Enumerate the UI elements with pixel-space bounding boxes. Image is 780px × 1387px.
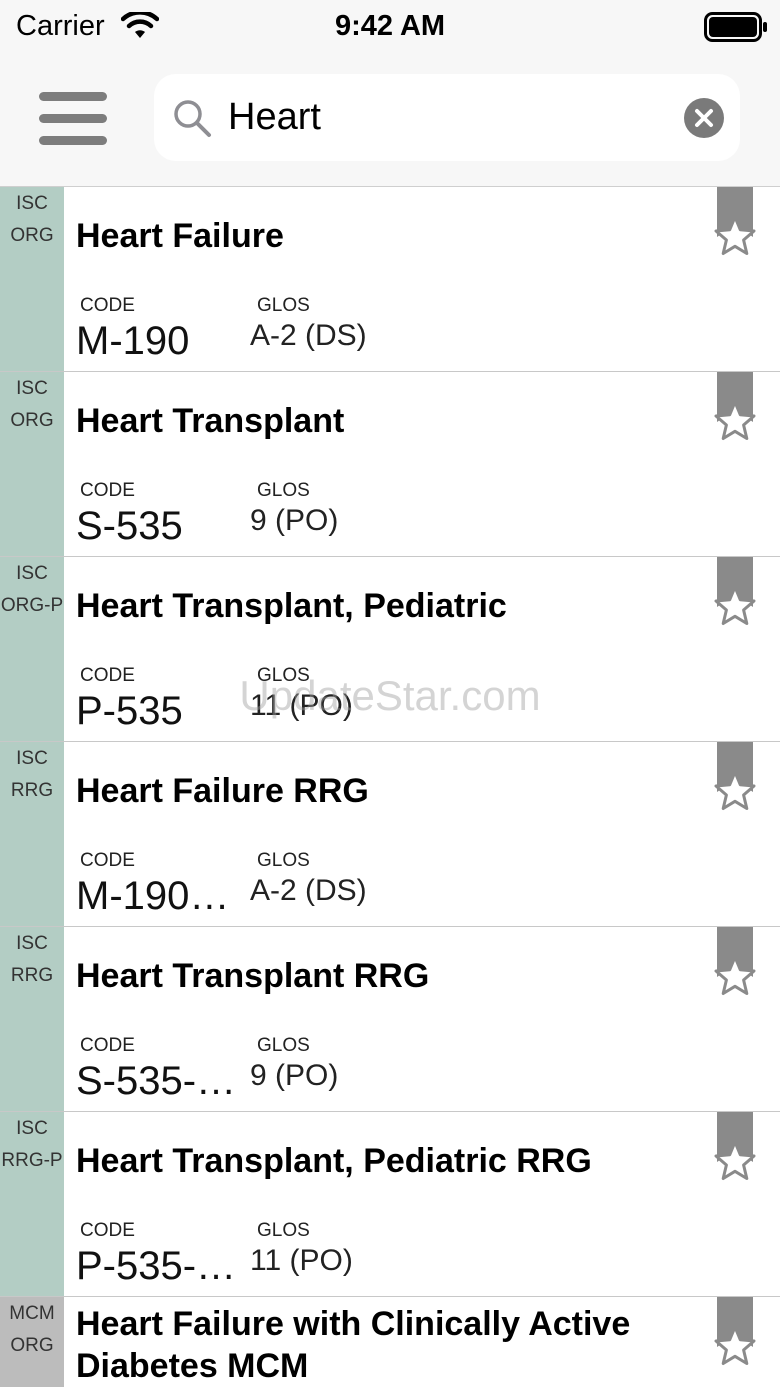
glos-value: A-2 (DS) [250,319,367,352]
code-label: CODE [80,1035,135,1056]
tag-top: ISC [16,748,48,769]
search-icon [174,100,211,137]
list-item[interactable]: ISC RRG Heart Failure RRG CODE M-190… GL… [0,742,780,927]
glos-value: 11 (PO) [250,1244,353,1277]
tag-bottom: RRG [10,965,54,986]
glos-label: GLOS [257,480,310,501]
tag-top: ISC [16,563,48,584]
search-bar[interactable] [154,74,740,161]
code-label: CODE [80,480,135,501]
tag-bottom: ORG [10,410,54,431]
results-list: ISC ORG Heart Failure CODE M-190 GLOS A-… [0,187,780,1387]
bookmark-star-icon[interactable] [700,1297,772,1379]
tag-top: ISC [16,193,48,214]
item-title: Heart Transplant, Pediatric RRG [76,1142,592,1180]
code-value: S-535-… [76,1059,237,1103]
bookmark-star-icon[interactable] [700,557,772,639]
glos-label: GLOS [257,850,310,871]
tag-top: ISC [16,1118,48,1139]
item-title: Heart Transplant RRG [76,957,430,995]
category-tag: ISC RRG [0,927,64,1111]
bookmark-star-icon[interactable] [700,742,772,824]
category-tag: ISC ORG [0,372,64,556]
list-item[interactable]: ISC RRG Heart Transplant RRG CODE S-535-… [0,927,780,1112]
tag-top: ISC [16,933,48,954]
code-value: M-190… [76,874,230,918]
clear-search-button[interactable] [684,98,724,138]
glos-label: GLOS [257,295,310,316]
category-tag: ISC RRG-P [0,1112,64,1296]
tag-bottom: ORG [10,1335,54,1356]
clock: 9:42 AM [334,10,446,42]
tag-top: ISC [16,378,48,399]
navigation-bar [0,54,780,187]
glos-value: 9 (PO) [250,1059,339,1092]
tag-top: MCM [9,1303,55,1324]
code-label: CODE [80,295,135,316]
glos-label: GLOS [257,1220,310,1241]
code-value: P-535 [76,689,183,733]
status-bar: Carrier 9:42 AM [0,0,780,54]
item-title: Heart Failure with Clinically Active Dia… [76,1305,631,1385]
list-item[interactable]: ISC ORG Heart Transplant CODE S-535 GLOS… [0,372,780,557]
tag-bottom: RRG [10,780,54,801]
item-title: Heart Transplant, Pediatric [76,587,507,625]
battery-icon [704,12,767,42]
category-tag: ISC ORG-P [0,557,64,741]
glos-value: 11 (PO) [250,689,353,722]
glos-label: GLOS [257,665,310,686]
list-item[interactable]: ISC RRG-P Heart Transplant, Pediatric RR… [0,1112,780,1297]
code-value: P-535-… [76,1244,237,1288]
category-tag: ISC RRG [0,742,64,926]
code-label: CODE [80,1220,135,1241]
glos-value: 9 (PO) [250,504,339,537]
bookmark-star-icon[interactable] [700,372,772,454]
item-title: Heart Failure [76,217,284,255]
code-label: CODE [80,850,135,871]
list-item[interactable]: MCM ORG Heart Failure with Clinically Ac… [0,1297,780,1387]
glos-value: A-2 (DS) [250,874,367,907]
item-title: Heart Failure RRG [76,772,369,810]
code-value: M-190 [76,319,190,363]
list-item[interactable]: ISC ORG Heart Failure CODE M-190 GLOS A-… [0,187,780,372]
list-item[interactable]: ISC ORG-P Heart Transplant, Pediatric CO… [0,557,780,742]
tag-bottom: RRG-P [1,1150,63,1171]
glos-label: GLOS [257,1035,310,1056]
item-title: Heart Transplant [76,402,345,440]
code-value: S-535 [76,504,183,548]
bookmark-star-icon[interactable] [700,1112,772,1194]
category-tag: ISC ORG [0,187,64,371]
tag-bottom: ORG [10,225,54,246]
code-label: CODE [80,665,135,686]
close-icon [695,109,713,127]
bookmark-star-icon[interactable] [700,927,772,1009]
bookmark-star-icon[interactable] [700,187,772,269]
search-input[interactable] [228,94,668,140]
category-tag: MCM ORG [0,1297,64,1387]
tag-bottom: ORG-P [0,595,64,616]
hamburger-menu-icon[interactable] [36,90,110,146]
